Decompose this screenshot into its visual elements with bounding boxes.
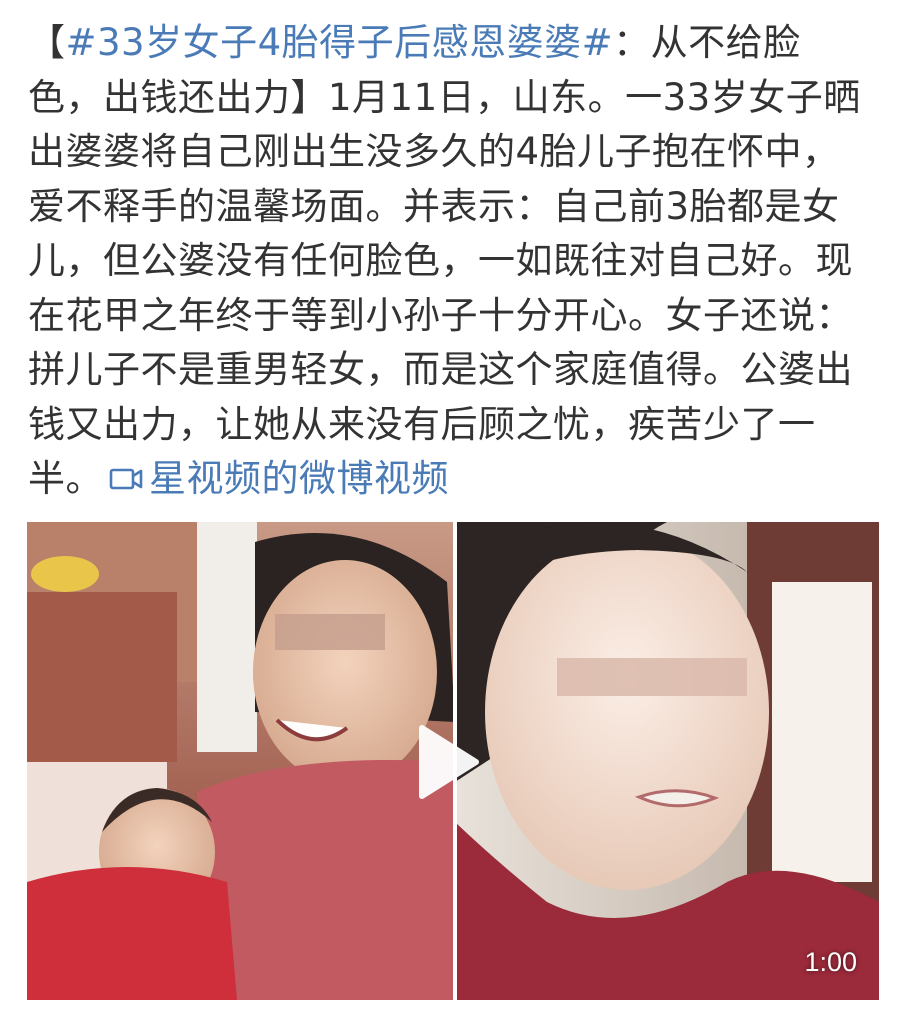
play-button[interactable] bbox=[412, 722, 482, 802]
play-icon bbox=[419, 725, 479, 799]
video-link-label: 星视频的微博视频 bbox=[149, 457, 449, 500]
video-camera-icon bbox=[109, 453, 143, 508]
video-duration: 1:00 bbox=[804, 947, 857, 977]
bracket-open: 【 bbox=[28, 21, 66, 64]
post-body: ：从不给脸色，出钱还出力】1月11日，山东。一33岁女子晒出婆婆将自己刚出生没多… bbox=[28, 21, 861, 500]
video-link[interactable]: 星视频的微博视频 bbox=[103, 457, 449, 500]
post-text: 【#33岁女子4胎得子后感恩婆婆#：从不给脸色，出钱还出力】1月11日，山东。一… bbox=[28, 16, 873, 508]
hashtag-link[interactable]: #33岁女子4胎得子后感恩婆婆# bbox=[66, 21, 614, 64]
video-thumbnail[interactable]: 1:00 bbox=[27, 522, 879, 1000]
